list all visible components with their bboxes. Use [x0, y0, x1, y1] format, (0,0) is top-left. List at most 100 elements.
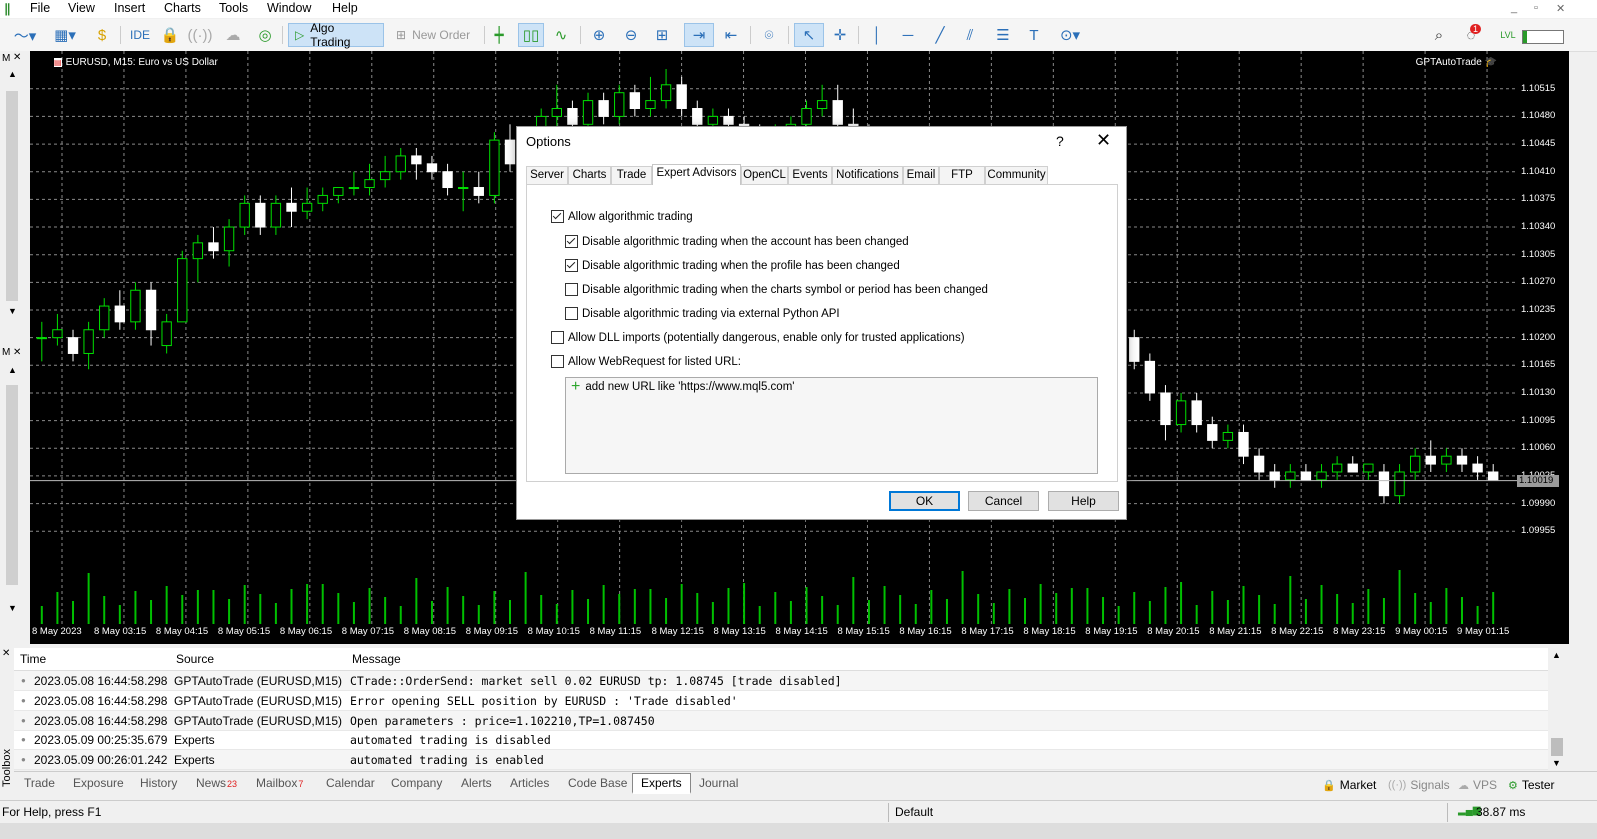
add-url-item[interactable]: + add new URL like 'https://www.mql5.com'	[571, 379, 794, 395]
signal-icon[interactable]: ((·))	[188, 23, 213, 47]
dialog-close-icon[interactable]: ✕	[1096, 130, 1111, 151]
log-row[interactable]: ● 2023.05.08 16:44:58.298 GPTAutoTrade (EU…	[14, 671, 1548, 691]
tile-windows-icon[interactable]: ⊞	[650, 23, 674, 47]
toolbox-side-label[interactable]: ✕ Toolbox	[0, 644, 14, 794]
lock-icon[interactable]: 🔒	[160, 23, 180, 47]
notifications-icon[interactable]: ◌ 1	[1458, 23, 1484, 47]
expert-advisor-label[interactable]: GPTAutoTrade 🎓	[1416, 57, 1497, 68]
restore-icon[interactable]: ▫	[1534, 2, 1538, 14]
tab-trade[interactable]: Trade	[24, 776, 55, 790]
menu-tools[interactable]: Tools	[219, 1, 248, 15]
menu-insert[interactable]: Insert	[114, 1, 145, 15]
cancel-button[interactable]: Cancel	[968, 491, 1039, 511]
vps-button[interactable]: ☁ VPS	[1458, 778, 1497, 792]
log-row[interactable]: ● 2023.05.09 00:25:35.679 Experts automated…	[14, 730, 1548, 751]
market-watch-collapsed[interactable]: M ✕ ▲ ▼ M ✕ ▲ ▼	[0, 51, 31, 644]
disable-via-python-checkbox[interactable]	[565, 307, 578, 320]
cursor-icon[interactable]: ↖	[794, 23, 824, 47]
close-icon[interactable]: ✕	[1556, 2, 1565, 15]
toolbox-close-icon[interactable]: ✕	[2, 648, 10, 659]
tab-events[interactable]: Events	[788, 166, 832, 184]
dialog-help-icon[interactable]: ?	[1056, 133, 1064, 149]
log-row[interactable]: ● 2023.05.08 16:44:58.298 GPTAutoTrade (EU…	[14, 691, 1548, 711]
tab-server[interactable]: Server	[526, 166, 568, 184]
disable-on-profile-change-option[interactable]: Disable algorithmic trading when the pro…	[565, 259, 900, 272]
tab-mailbox[interactable]: Mailbox7	[256, 776, 303, 790]
dollar-icon[interactable]: $	[92, 23, 112, 47]
chart-shift-icon[interactable]: ⇤	[718, 23, 744, 47]
ping-value[interactable]: 38.87 ms	[1476, 805, 1525, 819]
panel-close-icon[interactable]: ✕	[13, 347, 21, 358]
minimize-icon[interactable]: _	[1511, 2, 1517, 14]
tab-charts[interactable]: Charts	[568, 166, 611, 184]
tab-experts[interactable]: Experts	[632, 773, 691, 794]
allow-webrequest-option[interactable]: Allow WebRequest for listed URL:	[551, 355, 741, 368]
menu-charts[interactable]: Charts	[164, 1, 201, 15]
algo-trading-button[interactable]: ▷ Algo Trading	[288, 21, 384, 49]
scrollbar-thumb[interactable]	[6, 385, 18, 585]
scroll-up-icon[interactable]: ▲	[1552, 650, 1561, 660]
scroll-up-icon[interactable]: ▲	[8, 69, 17, 79]
tab-history[interactable]: History	[140, 776, 177, 790]
candlestick-icon[interactable]: ▯▯	[518, 23, 544, 47]
tab-expert-advisors[interactable]: Expert Advisors	[652, 164, 741, 185]
tab-code-base[interactable]: Code Base	[568, 776, 627, 790]
allow-dll-imports-checkbox[interactable]	[551, 331, 564, 344]
scrollbar-thumb[interactable]	[6, 91, 18, 301]
signals-button[interactable]: ((·)) Signals	[1388, 778, 1450, 792]
market-button[interactable]: 🔒 Market	[1322, 778, 1376, 792]
menu-help[interactable]: Help	[332, 1, 358, 15]
profile-name[interactable]: Default	[895, 805, 933, 819]
tab-notifications[interactable]: Notifications	[832, 166, 903, 184]
zoom-in-icon[interactable]: ⊕	[588, 23, 610, 47]
app-logo-icon[interactable]: ∥	[4, 1, 10, 16]
auto-scroll-icon[interactable]: ⇥	[684, 23, 714, 47]
channel-icon[interactable]: ⫽	[958, 23, 982, 47]
tab-exposure[interactable]: Exposure	[73, 776, 124, 790]
log-row[interactable]: ● 2023.05.08 16:44:58.298 GPTAutoTrade (EU…	[14, 710, 1548, 731]
search-icon[interactable]: ⌕	[1428, 23, 1450, 47]
scroll-down-icon[interactable]: ▼	[1552, 758, 1561, 768]
new-order-button[interactable]: ⊞ New Order	[390, 23, 480, 47]
panel-close-icon[interactable]: ✕	[13, 52, 21, 63]
shapes-icon[interactable]: ⊙▾	[1052, 23, 1088, 47]
zoom-out-icon[interactable]: ⊖	[620, 23, 642, 47]
tab-news[interactable]: News23	[196, 776, 237, 790]
menu-view[interactable]: View	[68, 1, 95, 15]
scrollbar-thumb[interactable]	[1551, 738, 1563, 756]
ide-button[interactable]: IDE	[124, 23, 156, 47]
tab-articles[interactable]: Articles	[510, 776, 549, 790]
log-row[interactable]: ● 2023.05.09 00:26:01.242 Experts automated…	[14, 750, 1548, 771]
disable-on-symbol-change-option[interactable]: Disable algorithmic trading when the cha…	[565, 283, 988, 296]
ok-button[interactable]: OK	[889, 491, 960, 511]
fibonacci-icon[interactable]: ☰	[990, 23, 1016, 47]
crosshair-icon[interactable]: ✛	[828, 23, 852, 47]
disable-on-account-change-checkbox[interactable]	[565, 235, 578, 248]
level-icon[interactable]: LVL	[1498, 23, 1518, 47]
col-source[interactable]: Source	[176, 652, 214, 666]
tab-opencl[interactable]: OpenCL	[741, 166, 788, 184]
col-message[interactable]: Message	[352, 652, 401, 666]
tab-community[interactable]: Community	[985, 166, 1048, 184]
disable-on-account-change-option[interactable]: Disable algorithmic trading when the acc…	[565, 235, 909, 248]
tab-ftp[interactable]: FTP	[939, 166, 985, 184]
allow-algo-trading-option[interactable]: Allow algorithmic trading	[551, 210, 693, 223]
cloud-icon[interactable]: ☁	[222, 23, 244, 47]
chart-type-icon[interactable]: 〜▾	[8, 23, 42, 47]
tester-button[interactable]: ⚙ Tester	[1508, 778, 1555, 792]
col-time[interactable]: Time	[20, 652, 46, 666]
tab-company[interactable]: Company	[391, 776, 442, 790]
url-list[interactable]: + add new URL like 'https://www.mql5.com'	[565, 377, 1098, 474]
tab-trade[interactable]: Trade	[611, 166, 652, 184]
disable-via-python-option[interactable]: Disable algorithmic trading via external…	[565, 307, 840, 320]
tab-alerts[interactable]: Alerts	[461, 776, 492, 790]
line-chart-icon[interactable]: ∿	[550, 23, 572, 47]
scroll-down-icon[interactable]: ▼	[8, 306, 17, 316]
disable-on-symbol-change-checkbox[interactable]	[565, 283, 578, 296]
menu-file[interactable]: File	[30, 1, 50, 15]
trendline-icon[interactable]: ╱	[928, 23, 952, 47]
menu-window[interactable]: Window	[267, 1, 311, 15]
vertical-line-icon[interactable]: │	[866, 23, 888, 47]
tab-calendar[interactable]: Calendar	[326, 776, 375, 790]
scroll-up-icon[interactable]: ▲	[8, 365, 17, 375]
